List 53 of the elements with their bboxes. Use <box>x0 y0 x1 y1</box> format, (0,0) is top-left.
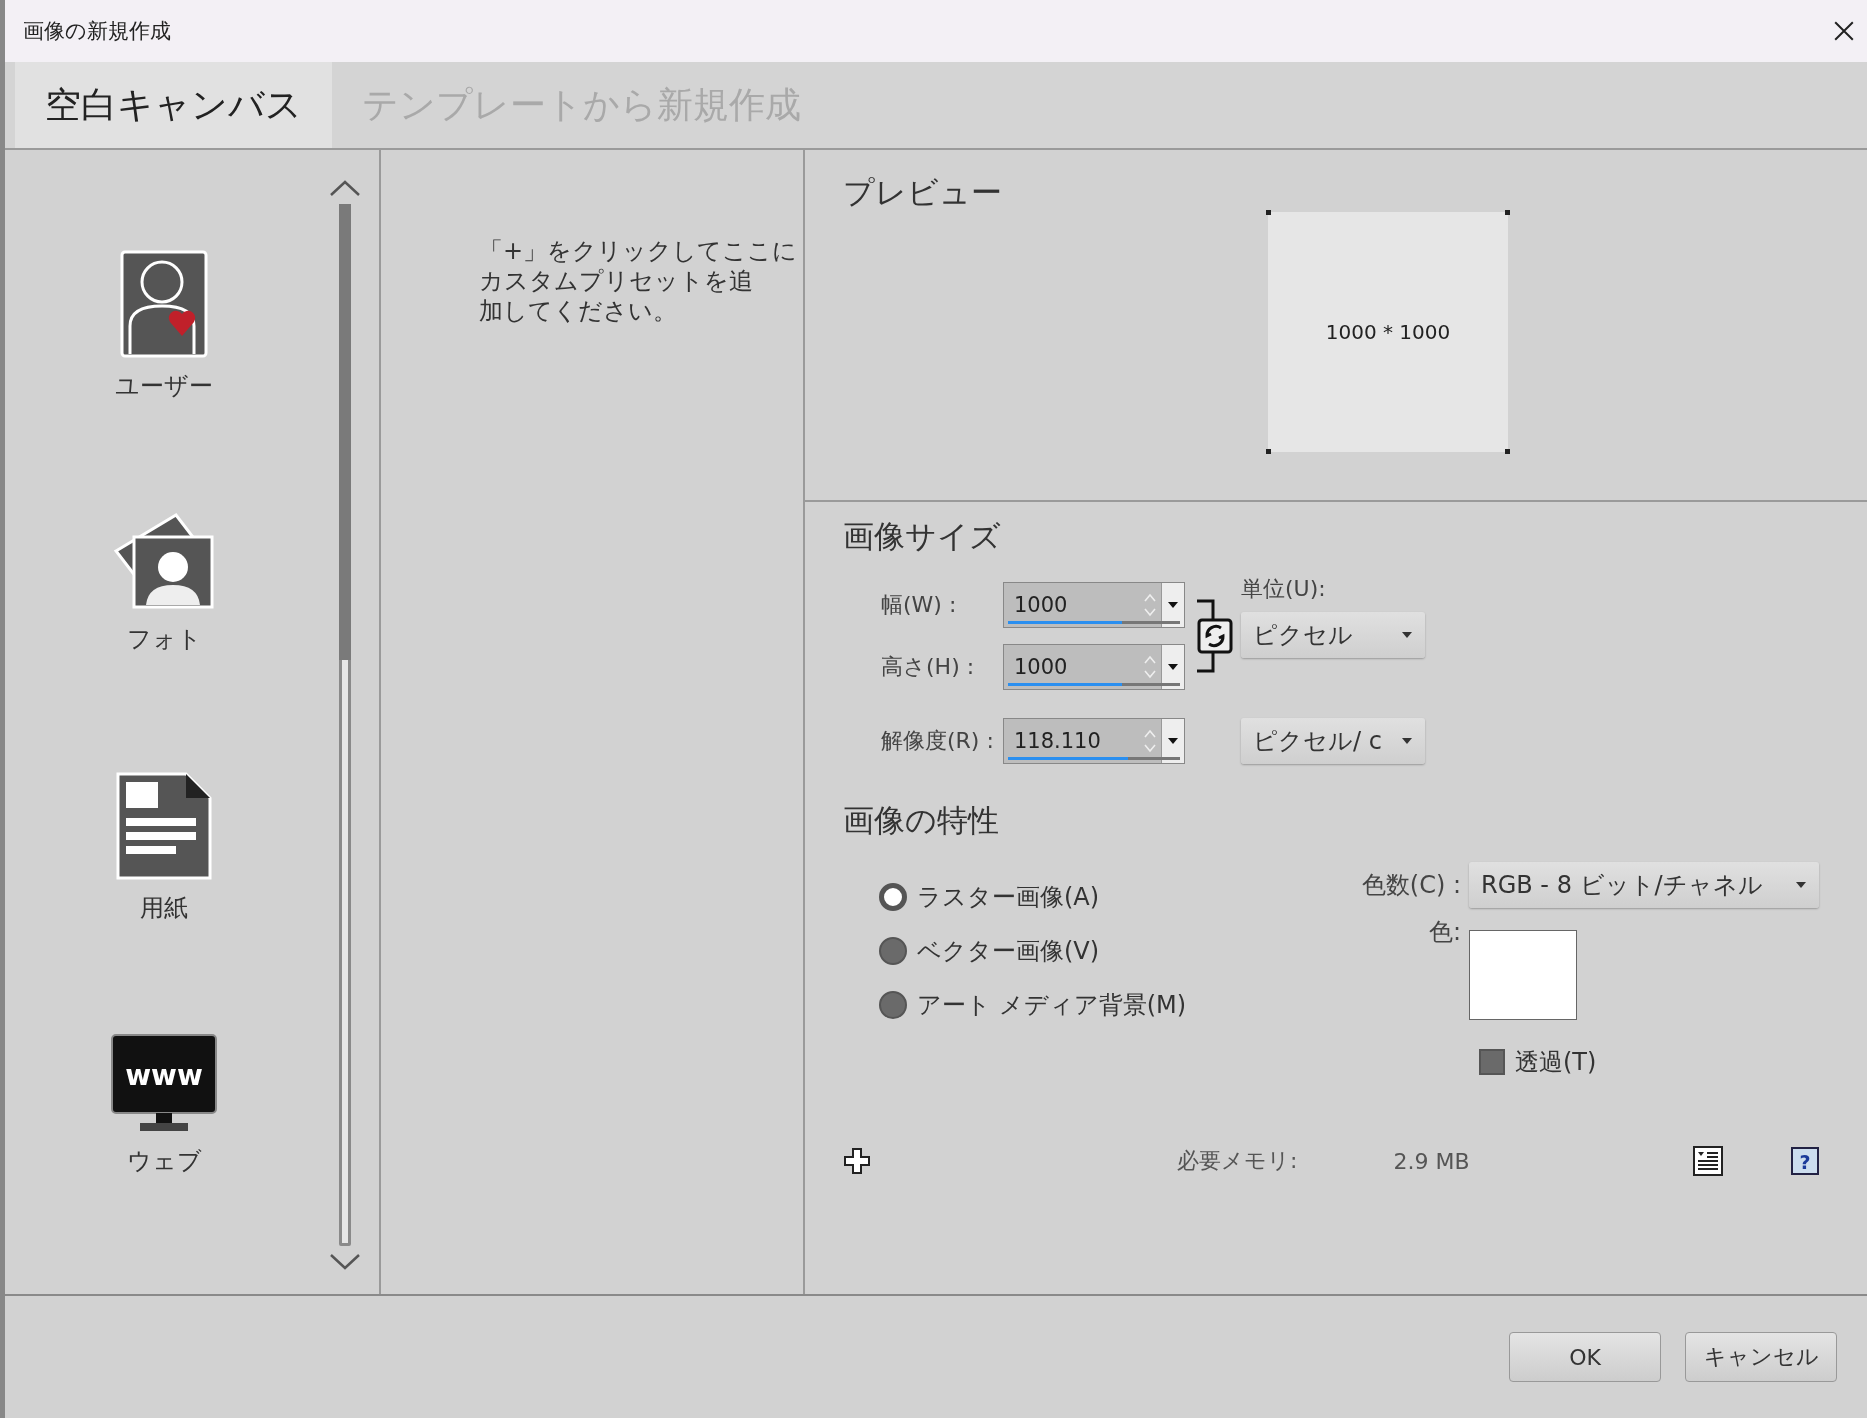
section-heading: 画像サイズ <box>843 517 1002 556</box>
number-field[interactable]: 1000 <box>1003 644 1185 690</box>
category-label[interactable]: フォト <box>126 623 202 655</box>
caret-icon <box>1401 631 1413 639</box>
caret-icon <box>1401 737 1413 745</box>
canvas-size-label: 1000 * 1000 <box>1325 320 1451 344</box>
field-label: 色: <box>1428 917 1462 948</box>
help-icon[interactable]: ? <box>1791 1147 1820 1175</box>
memory-value: 2.9 MB <box>1393 1148 1470 1174</box>
number-field[interactable]: 118.110 <box>1003 718 1185 764</box>
user-icon[interactable] <box>120 250 208 358</box>
dialog-button[interactable]: キャンセル <box>1685 1332 1837 1382</box>
plus-icon[interactable] <box>843 1147 871 1175</box>
field-label: 解像度(R) : <box>880 727 995 755</box>
field-label: 高さ(H) : <box>880 653 976 681</box>
resize-handle[interactable] <box>1505 210 1510 215</box>
scrollbar-track[interactable] <box>339 204 351 1246</box>
category-label[interactable]: ユーザー <box>115 370 213 402</box>
tab[interactable]: 空白キャンバス <box>15 62 332 148</box>
scroll-up-icon[interactable] <box>328 178 362 198</box>
close-icon[interactable] <box>1833 20 1855 42</box>
resize-handle[interactable] <box>1266 210 1271 215</box>
caret-icon[interactable] <box>1167 663 1179 671</box>
window-title: 画像の新規作成 <box>23 18 171 45</box>
preset-hint-text: 「+」をクリックしてここに カスタムプリセットを追 加してください。 <box>479 236 798 326</box>
section-heading: 画像の特性 <box>843 801 1000 840</box>
unit-label: 単位(U): <box>1241 575 1327 603</box>
caret-icon[interactable] <box>1167 737 1179 745</box>
caret-icon <box>1795 881 1807 889</box>
resolution-unit-dropdown[interactable]: ピクセル/ c <box>1241 718 1425 764</box>
resize-handle[interactable] <box>1266 449 1271 454</box>
section-heading: プレビュー <box>843 173 1002 212</box>
resize-handle[interactable] <box>1505 449 1510 454</box>
color-swatch[interactable] <box>1469 930 1577 1020</box>
radio-option[interactable]: アート メディア背景(M) <box>879 984 1359 1026</box>
scrollbar-thumb[interactable] <box>339 204 351 660</box>
field-label: 色数(C) : <box>1361 870 1462 901</box>
field-label: 幅(W) : <box>880 591 958 619</box>
radio-option[interactable]: ベクター画像(V) <box>879 930 1359 972</box>
number-field[interactable]: 1000 <box>1003 582 1185 628</box>
color-depth-dropdown[interactable]: RGB - 8 ビット/チャネル <box>1469 862 1819 908</box>
photo-stack-icon[interactable] <box>112 511 216 611</box>
radio-option[interactable]: ラスター画像(A) <box>879 876 1359 918</box>
memory-label: 必要メモリ: <box>1177 1147 1298 1175</box>
unit-dropdown[interactable]: ピクセル <box>1241 612 1425 658</box>
dialog-button[interactable]: OK <box>1509 1332 1661 1382</box>
list-icon[interactable] <box>1693 1146 1724 1176</box>
scroll-down-icon[interactable] <box>328 1252 362 1272</box>
category-label[interactable]: 用紙 <box>140 892 188 924</box>
caret-icon[interactable] <box>1167 601 1179 609</box>
transparent-checkbox[interactable]: 透過(T) <box>1479 1046 1829 1078</box>
category-label[interactable]: ウェブ <box>126 1145 202 1177</box>
document-icon[interactable] <box>116 772 212 880</box>
